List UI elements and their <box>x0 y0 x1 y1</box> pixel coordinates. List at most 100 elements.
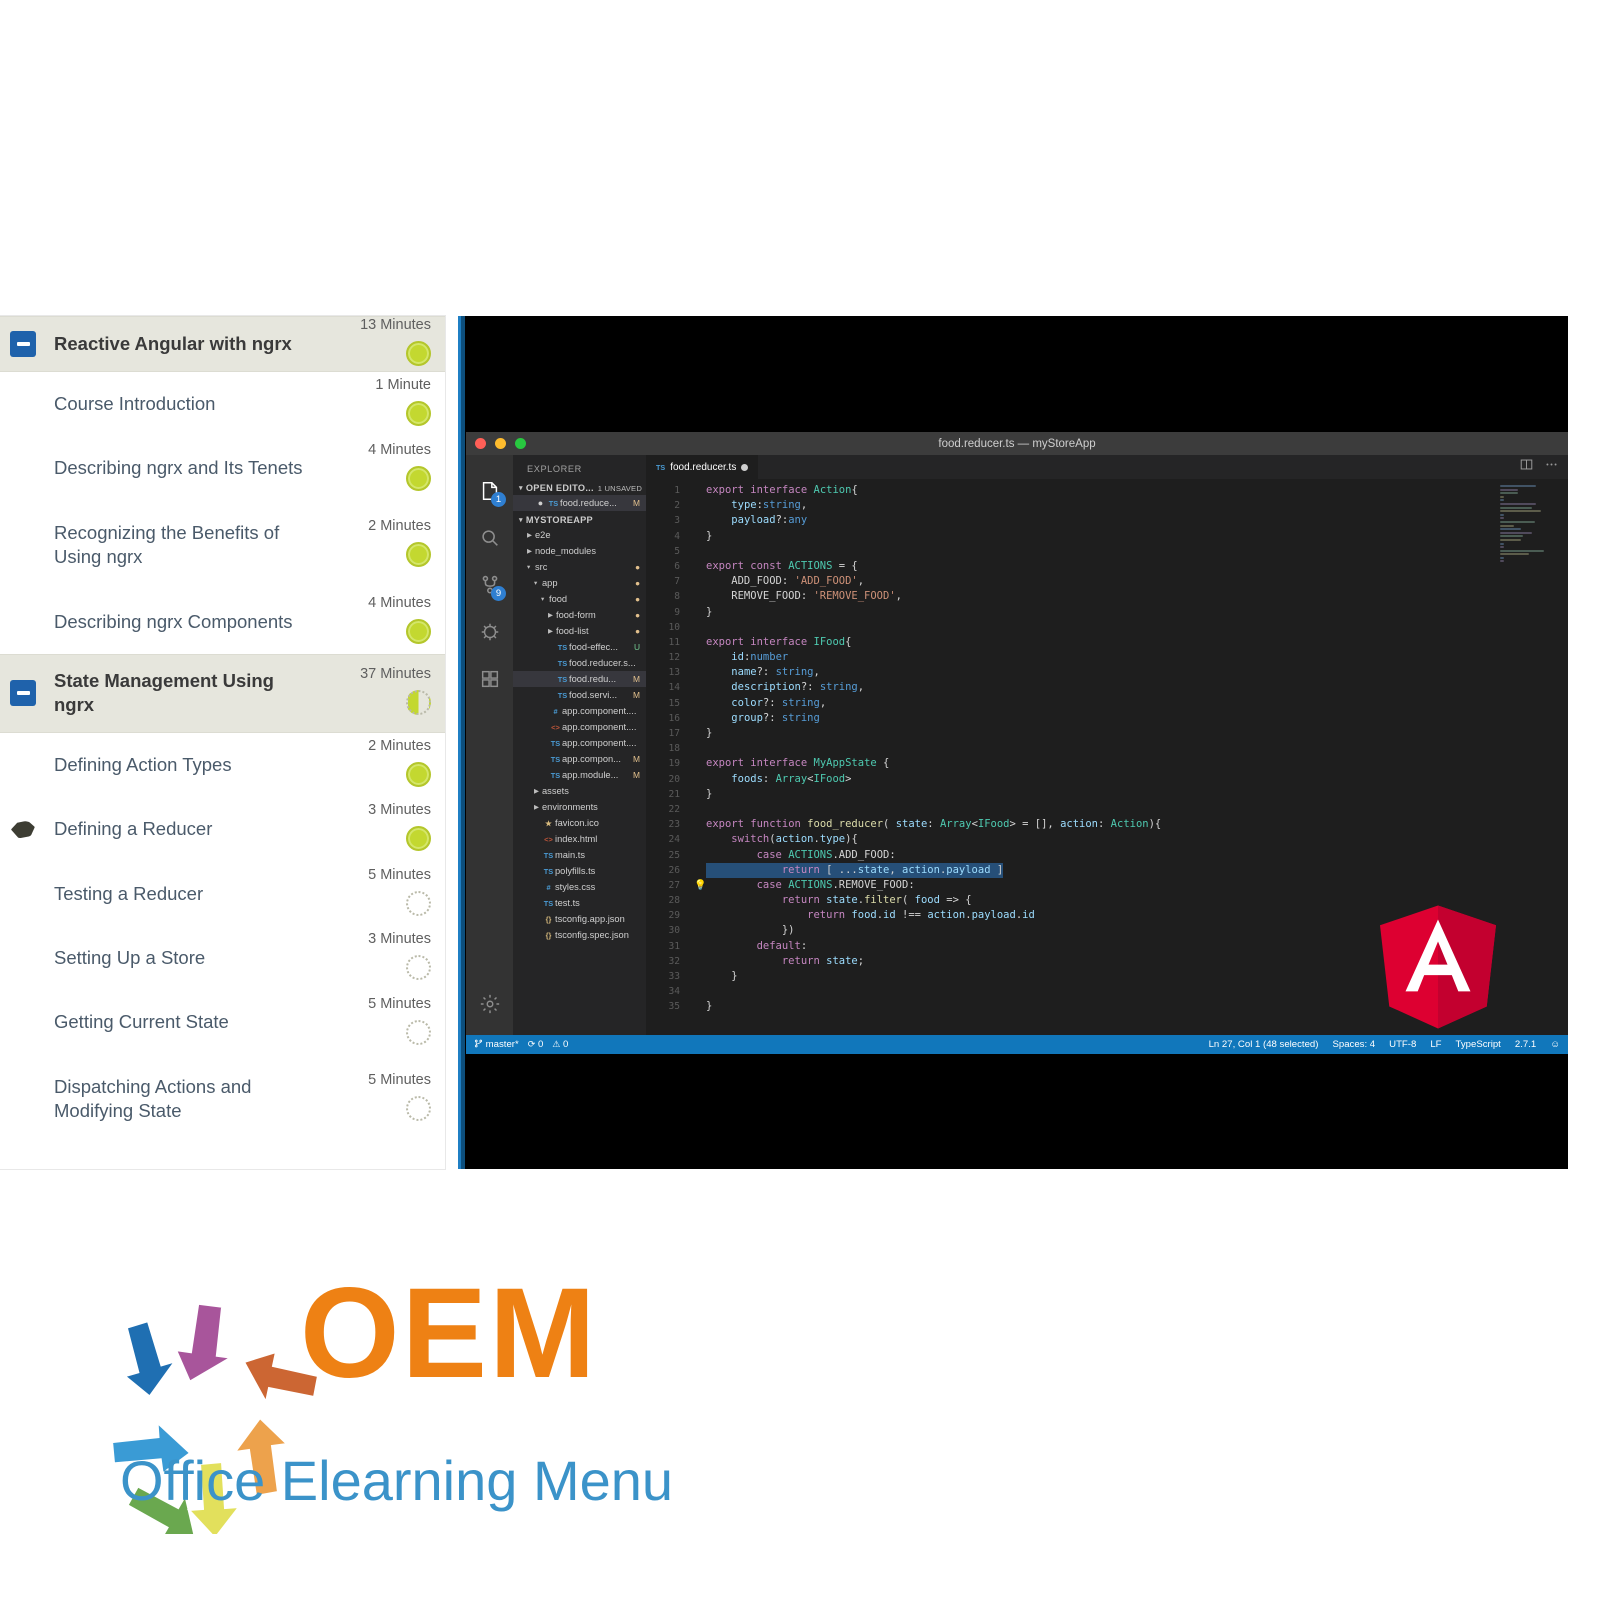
file-tree-item[interactable]: TS food.redu... M <box>513 671 646 687</box>
course-lesson[interactable]: Dispatching Actions and Modifying State 5… <box>0 1054 445 1144</box>
code-line[interactable]: 12 id:number <box>646 650 1568 665</box>
file-tree-item[interactable]: {} tsconfig.spec.json <box>513 927 646 943</box>
code-line[interactable]: 16 group?: string <box>646 711 1568 726</box>
course-lesson[interactable]: Setting Up a Store 3 Minutes <box>0 926 445 991</box>
cursor-position[interactable]: Ln 27, Col 1 (48 selected) <box>1209 1039 1319 1050</box>
file-tree-item[interactable]: # styles.css <box>513 879 646 895</box>
code-line[interactable]: 2 type:string, <box>646 498 1568 513</box>
window-traffic-lights[interactable] <box>475 438 526 449</box>
file-tree-item[interactable]: <> index.html <box>513 831 646 847</box>
feedback-smiley-icon[interactable]: ☺ <box>1550 1039 1560 1050</box>
course-lesson[interactable]: Testing a Reducer 5 Minutes <box>0 861 445 927</box>
code-line[interactable]: 13 name?: string, <box>646 665 1568 680</box>
course-lesson[interactable]: Getting Current State 5 Minutes <box>0 990 445 1055</box>
explorer-sidebar[interactable]: EXPLORER ▾ OPEN EDITO... 1 UNSAVED ● TS … <box>513 455 646 1035</box>
open-editor-item[interactable]: ● TS food.reduce... M <box>513 495 646 511</box>
file-tree-item[interactable]: ★ favicon.ico <box>513 815 646 831</box>
code-line[interactable]: 4} <box>646 529 1568 544</box>
encoding[interactable]: UTF-8 <box>1389 1039 1416 1050</box>
course-lesson[interactable]: Defining a Reducer 3 Minutes <box>0 797 445 862</box>
file-tree-item[interactable]: TS food.reducer.s... <box>513 655 646 671</box>
indentation[interactable]: Spaces: 4 <box>1332 1039 1375 1050</box>
code-line[interactable]: 20 foods: Array<IFood> <box>646 772 1568 787</box>
code-line[interactable]: 25 case ACTIONS.ADD_FOOD: <box>646 848 1568 863</box>
file-tree-item[interactable]: ▶ assets <box>513 783 646 799</box>
file-tree-item[interactable]: {} tsconfig.app.json <box>513 911 646 927</box>
minimize-icon[interactable] <box>495 438 506 449</box>
code-line[interactable]: 24 switch(action.type){ <box>646 832 1568 847</box>
sync-status[interactable]: ⟳ 0 <box>528 1039 544 1050</box>
file-tree-item[interactable]: ▶ environments <box>513 799 646 815</box>
debug-icon[interactable] <box>466 608 513 655</box>
code-line[interactable]: 22 <box>646 802 1568 817</box>
quick-fix-bulb-icon[interactable]: 💡 <box>694 878 706 893</box>
file-tree-item[interactable]: ▶ food-form ● <box>513 607 646 623</box>
file-tree-item[interactable]: TS main.ts <box>513 847 646 863</box>
tab-food-reducer[interactable]: TS food.reducer.ts <box>646 455 759 479</box>
file-tree-item[interactable]: ▾ app ● <box>513 575 646 591</box>
eol[interactable]: LF <box>1430 1039 1441 1050</box>
code-line[interactable]: 27 💡 case ACTIONS.REMOVE_FOOD: <box>646 878 1568 893</box>
close-icon[interactable] <box>475 438 486 449</box>
code-line[interactable]: 5 <box>646 544 1568 559</box>
more-actions-icon[interactable] <box>1545 458 1558 476</box>
code-line[interactable]: 18 <box>646 741 1568 756</box>
search-icon[interactable] <box>466 514 513 561</box>
code-line[interactable]: 9} <box>646 605 1568 620</box>
file-tree[interactable]: ▶ e2e ▶ node_modules ▾ src ● ▾ app ● ▾ food ● ▶ food-f… <box>513 527 646 943</box>
code-line[interactable]: 8 REMOVE_FOOD: 'REMOVE_FOOD', <box>646 589 1568 604</box>
language-version[interactable]: 2.7.1 <box>1515 1039 1536 1050</box>
activity-bar[interactable]: 1 9 <box>466 455 513 1035</box>
file-tree-item[interactable]: ▶ food-list ● <box>513 623 646 639</box>
course-lesson[interactable]: Describing ngrx Components 4 Minutes <box>0 589 445 655</box>
minimap[interactable] <box>1500 485 1562 563</box>
code-line[interactable]: 3 payload?:any <box>646 513 1568 528</box>
code-line[interactable]: 17} <box>646 726 1568 741</box>
course-section[interactable]: State Management Using ngrx 37 Minutes <box>0 654 445 733</box>
code-line[interactable]: 21} <box>646 787 1568 802</box>
collapse-minus-icon[interactable] <box>10 331 36 357</box>
branch-status[interactable]: master* <box>474 1039 519 1050</box>
file-tree-item[interactable]: ▶ e2e <box>513 527 646 543</box>
file-tree-item[interactable]: ▾ src ● <box>513 559 646 575</box>
maximize-icon[interactable] <box>515 438 526 449</box>
code-line[interactable]: 11 export interface IFood{ <box>646 635 1568 650</box>
problems-status[interactable]: ⚠ 0 <box>552 1039 568 1050</box>
file-tree-item[interactable]: TS app.module... M <box>513 767 646 783</box>
file-tree-item[interactable]: TS app.component.... <box>513 735 646 751</box>
code-line[interactable]: 10 <box>646 620 1568 635</box>
file-tree-item[interactable]: TS food.servi... M <box>513 687 646 703</box>
file-tree-item[interactable]: TS food-effec... U <box>513 639 646 655</box>
language-mode[interactable]: TypeScript <box>1456 1039 1501 1050</box>
code-line[interactable]: 14 description?: string, <box>646 680 1568 695</box>
status-bar[interactable]: master* ⟳ 0 ⚠ 0 Ln 27, Col 1 (48 selecte… <box>466 1035 1568 1054</box>
settings-gear-icon[interactable] <box>466 980 513 1027</box>
code-line[interactable]: 6 export const ACTIONS = { <box>646 559 1568 574</box>
file-tree-item[interactable]: TS polyfills.ts <box>513 863 646 879</box>
editor-tab-bar[interactable]: TS food.reducer.ts <box>646 455 1568 479</box>
code-line[interactable]: 19 export interface MyAppState { <box>646 756 1568 771</box>
editor-actions[interactable] <box>1520 458 1568 476</box>
code-line[interactable]: 23 export function food_reducer( state: A… <box>646 817 1568 832</box>
course-lesson[interactable]: Defining Action Types 2 Minutes <box>0 732 445 798</box>
collapse-minus-icon[interactable] <box>10 680 36 707</box>
code-line[interactable]: 15 color?: string, <box>646 696 1568 711</box>
explorer-icon[interactable]: 1 <box>466 467 513 514</box>
project-header[interactable]: ▾ MYSTOREAPP <box>513 513 646 527</box>
code-line[interactable]: 1 export interface Action{ <box>646 483 1568 498</box>
split-editor-icon[interactable] <box>1520 458 1533 476</box>
file-tree-item[interactable]: # app.component.... <box>513 703 646 719</box>
course-lesson[interactable]: Recognizing the Benefits of Using ngrx 2 … <box>0 500 445 590</box>
file-tree-item[interactable]: TS app.compon... M <box>513 751 646 767</box>
code-line[interactable]: 7 ADD_FOOD: 'ADD_FOOD', <box>646 574 1568 589</box>
file-tree-item[interactable]: TS test.ts <box>513 895 646 911</box>
file-tree-item[interactable]: <> app.component.... <box>513 719 646 735</box>
video-player-area[interactable]: food.reducer.ts — myStoreApp 1 9 EXPLORE… <box>458 316 1568 1169</box>
course-lesson[interactable]: Course Introduction 1 Minute <box>0 372 445 437</box>
extensions-icon[interactable] <box>466 655 513 702</box>
file-tree-item[interactable]: ▶ node_modules <box>513 543 646 559</box>
file-tree-item[interactable]: ▾ food ● <box>513 591 646 607</box>
course-section[interactable]: Reactive Angular with ngrx 13 Minutes <box>0 316 445 372</box>
source-control-icon[interactable]: 9 <box>466 561 513 608</box>
open-editors-header[interactable]: ▾ OPEN EDITO... 1 UNSAVED <box>513 481 646 495</box>
